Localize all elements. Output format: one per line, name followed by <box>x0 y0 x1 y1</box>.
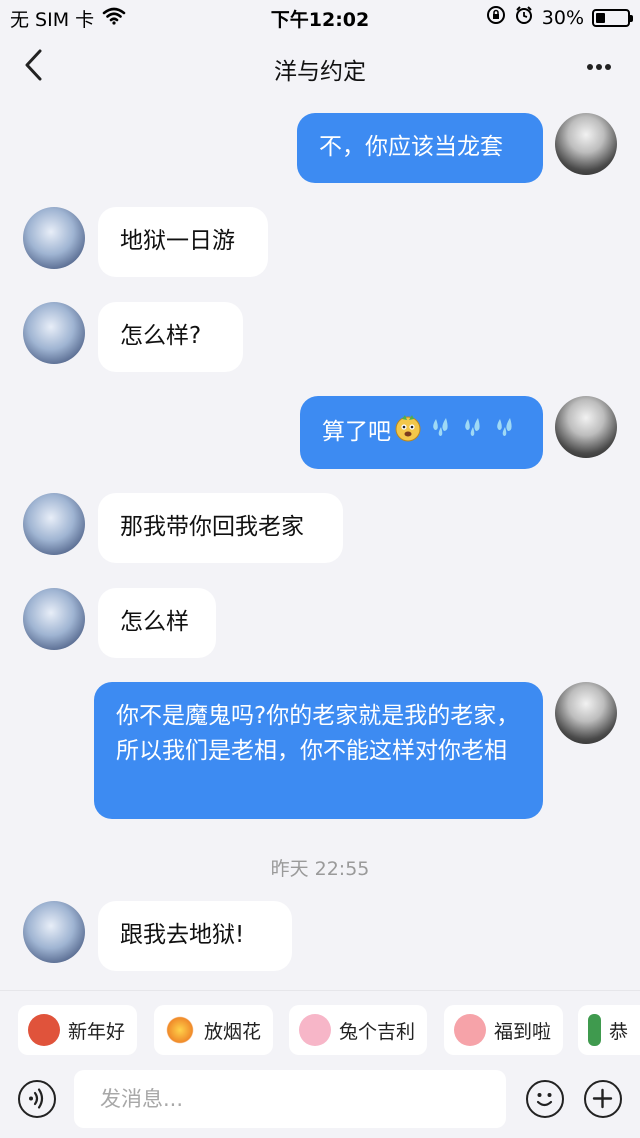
quick-reply-chip[interactable]: 兔个吉利 <box>289 1005 428 1055</box>
plus-icon <box>592 1088 613 1109</box>
my-avatar[interactable] <box>555 682 617 744</box>
timestamp-divider: 昨天 22:55 <box>270 858 370 880</box>
doge-emoji-icon <box>393 412 423 453</box>
message-bubble[interactable]: 跟我去地狱! <box>98 901 292 971</box>
quick-reply-label: 放烟花 <box>204 1020 262 1043</box>
voice-input-button[interactable] <box>18 1080 56 1118</box>
ellipsis-icon <box>587 64 611 70</box>
message-bubble[interactable]: 那我带你回我老家 <box>98 493 343 563</box>
contact-avatar[interactable] <box>23 207 85 269</box>
alarm-icon <box>514 5 534 30</box>
quick-reply-chip[interactable]: 放烟花 <box>154 1005 274 1055</box>
input-bar <box>0 1068 640 1138</box>
orientation-lock-icon <box>486 5 506 30</box>
mahjong-icon <box>588 1014 601 1046</box>
sweat-drop-icon <box>461 415 487 450</box>
quick-reply-label: 新年好 <box>68 1020 126 1043</box>
message-bubble[interactable]: 不，你应该当龙套 <box>297 113 543 183</box>
status-bar: 无 SIM 卡 下午12:02 30% <box>0 0 640 34</box>
my-avatar[interactable] <box>555 396 617 458</box>
battery-percent: 30% <box>541 6 584 29</box>
quick-reply-bar: 新年好 放烟花 兔个吉利 福到啦 恭 <box>0 990 640 1068</box>
message-bubble[interactable]: 地狱一日游 <box>98 207 268 277</box>
message-bubble[interactable]: 算了吧 <box>300 396 543 469</box>
quick-reply-chip[interactable]: 福到啦 <box>444 1005 564 1055</box>
rabbit-icon <box>299 1014 331 1046</box>
contact-avatar[interactable] <box>23 901 85 963</box>
nav-bar: 洋与约定 <box>0 34 640 96</box>
message-bubble[interactable]: 怎么样 <box>98 588 216 658</box>
sweat-drop-icon <box>493 415 519 450</box>
contact-avatar[interactable] <box>23 588 85 650</box>
message-input[interactable] <box>74 1070 506 1128</box>
contact-avatar[interactable] <box>23 302 85 364</box>
my-avatar[interactable] <box>555 113 617 175</box>
message-bubble[interactable]: 你不是魔鬼吗?你的老家就是我的老家，所以我们是老相，你不能这样对你老相 <box>94 682 543 819</box>
smiley-icon <box>536 1093 553 1107</box>
piggy-icon <box>454 1014 486 1046</box>
quick-reply-chip[interactable]: 新年好 <box>18 1005 138 1055</box>
more-options-button[interactable] <box>586 52 612 77</box>
monkey-icon <box>28 1014 60 1046</box>
emoji-button[interactable] <box>526 1080 564 1118</box>
sweat-drop-icon <box>429 415 455 450</box>
quick-reply-label: 恭 <box>608 1020 628 1043</box>
voice-icon <box>29 1088 44 1109</box>
battery-icon <box>592 8 633 27</box>
contact-avatar[interactable] <box>23 493 85 555</box>
quick-reply-label: 兔个吉利 <box>339 1020 416 1043</box>
chat-title: 洋与约定 <box>274 59 366 85</box>
add-attachment-button[interactable] <box>584 1080 622 1118</box>
message-bubble[interactable]: 怎么样? <box>98 302 243 372</box>
quick-reply-chip[interactable]: 恭 <box>578 1005 640 1055</box>
quick-reply-label: 福到啦 <box>494 1020 552 1043</box>
message-text: 算了吧 <box>322 419 391 445</box>
firework-icon <box>164 1014 196 1046</box>
status-right: 30% <box>486 5 633 30</box>
